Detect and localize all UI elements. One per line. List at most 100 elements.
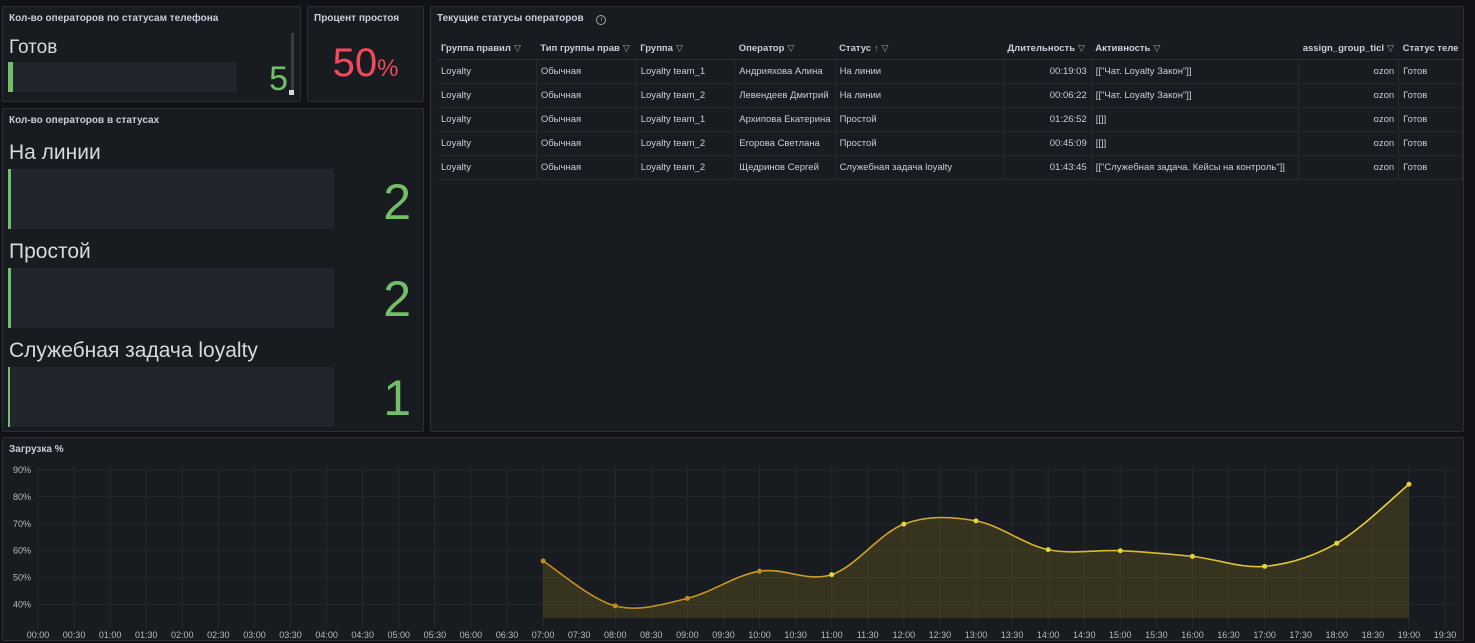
load-chart: 00:00 00:30 01:00 01:30 02:00 02:30 03:00 03:30… xyxy=(13,465,1456,640)
column-header[interactable]: Группа ▽ xyxy=(636,37,735,60)
data-point xyxy=(973,518,979,524)
table-cell: 00:06:22 xyxy=(1003,83,1092,108)
filter-icon[interactable]: ▽ xyxy=(787,43,794,54)
data-point xyxy=(1045,547,1051,553)
scrollbar[interactable] xyxy=(291,33,294,95)
bar-label: Готов xyxy=(9,37,58,58)
x-tick-label: 04:30 xyxy=(351,630,374,640)
table-row[interactable]: Loyalty Обычная Loyalty team_2 Щедринов … xyxy=(437,155,1463,180)
table-row[interactable]: Loyalty Обычная Loyalty team_1 Андрияхов… xyxy=(437,59,1463,84)
x-tick-label: 00:00 xyxy=(27,630,50,640)
column-header[interactable]: Статус теле xyxy=(1398,37,1463,60)
filter-icon[interactable]: ▽ xyxy=(1078,43,1085,54)
sort-asc-icon[interactable]: ↑ xyxy=(874,43,879,53)
x-tick-label: 01:30 xyxy=(135,630,158,640)
column-header[interactable]: assign_group_ticl ▽ xyxy=(1298,37,1399,60)
table-cell: Левендеев Дмитрий xyxy=(734,83,836,108)
column-header[interactable]: Длительность ▽ xyxy=(1003,37,1092,60)
filter-icon[interactable]: ▽ xyxy=(882,43,889,54)
data-point xyxy=(1334,540,1340,546)
info-icon[interactable]: i xyxy=(596,15,607,25)
table-cell: Loyalty xyxy=(437,107,537,132)
table-cell: Loyalty xyxy=(437,83,537,108)
column-header[interactable]: Активность ▽ xyxy=(1091,37,1299,60)
operators-table-panel: Текущие статусы операторов i Группа прав… xyxy=(430,6,1464,432)
y-tick-label: 70% xyxy=(13,519,31,529)
table-cell: Готов xyxy=(1398,155,1463,180)
x-tick-label: 10:00 xyxy=(748,630,771,640)
y-tick-label: 60% xyxy=(13,546,31,556)
table-cell: Готов xyxy=(1398,131,1463,156)
table-cell: Loyalty xyxy=(437,155,537,180)
x-tick-label: 02:30 xyxy=(207,630,230,640)
table-row[interactable]: Loyalty Обычная Loyalty team_2 Егорова С… xyxy=(437,131,1463,156)
x-tick-label: 03:30 xyxy=(279,630,302,640)
x-tick-label: 13:30 xyxy=(1001,630,1024,640)
load-chart-panel: Загрузка % 00:00 00:30 01:00 01:30 02:00 02:3… xyxy=(2,437,1464,641)
panel-title-text: Текущие статусы операторов xyxy=(437,13,584,24)
data-point xyxy=(1189,553,1195,559)
x-tick-label: 14:00 xyxy=(1037,630,1060,640)
filter-icon[interactable]: ▽ xyxy=(514,43,521,54)
bar-fill xyxy=(8,62,13,92)
table-cell: Щедринов Сергей xyxy=(734,155,836,180)
x-tick-label: 15:30 xyxy=(1145,630,1168,640)
data-point xyxy=(540,558,546,564)
table-cell: ozon xyxy=(1298,131,1400,156)
table-cell: 01:26:52 xyxy=(1003,107,1092,132)
panel-title: Текущие статусы операторов i xyxy=(437,13,607,25)
column-header[interactable]: Статус ↑ ▽ xyxy=(835,37,1004,60)
table-cell: Обычная xyxy=(536,131,637,156)
resize-handle[interactable] xyxy=(289,90,294,95)
x-tick-label: 05:30 xyxy=(424,630,447,640)
table-cell: [["Чат. Loyalty Закон"]] xyxy=(1091,83,1300,108)
table-cell: Loyalty team_2 xyxy=(636,131,736,156)
bar-value: 2 xyxy=(383,174,411,230)
x-tick-label: 04:00 xyxy=(315,630,338,640)
bar-fill xyxy=(8,367,10,427)
stat-value: 50% xyxy=(308,43,423,83)
y-tick-label: 40% xyxy=(13,600,31,610)
table-cell: ozon xyxy=(1298,83,1400,108)
x-tick-label: 12:30 xyxy=(929,630,952,640)
column-header[interactable]: Группа правил ▽ xyxy=(437,37,537,60)
x-tick-label: 05:00 xyxy=(388,630,411,640)
table-cell: Loyalty team_1 xyxy=(636,59,736,84)
table-cell: Архипова Екатерина xyxy=(734,107,836,132)
y-tick-label: 50% xyxy=(13,573,31,583)
table-cell: Loyalty xyxy=(437,131,537,156)
table-cell: Готов xyxy=(1398,107,1463,132)
column-header[interactable]: Оператор ▽ xyxy=(734,37,836,60)
x-tick-label: 06:00 xyxy=(460,630,483,640)
table-cell: 01:43:45 xyxy=(1003,155,1092,180)
table-row[interactable]: Loyalty Обычная Loyalty team_2 Левендеев… xyxy=(437,83,1463,108)
x-tick-label: 16:30 xyxy=(1217,630,1240,640)
x-tick-label: 11:30 xyxy=(857,630,879,640)
filter-icon[interactable]: ▽ xyxy=(1387,43,1394,54)
data-point xyxy=(1262,563,1268,569)
y-tick-label: 80% xyxy=(13,492,31,502)
panel-title: Кол-во операторов по статусам телефона xyxy=(9,13,219,24)
x-tick-label: 17:30 xyxy=(1289,630,1312,640)
table-cell: Обычная xyxy=(536,155,637,180)
table-cell: 00:19:03 xyxy=(1003,59,1092,84)
panel-title: Процент простоя xyxy=(314,13,400,24)
filter-icon[interactable]: ▽ xyxy=(676,43,683,54)
column-header[interactable]: Тип группы прав ▽ xyxy=(536,37,637,60)
x-tick-label: 08:30 xyxy=(640,630,663,640)
stat-number: 50 xyxy=(332,41,378,85)
bar-fill xyxy=(8,169,11,229)
filter-icon[interactable]: ▽ xyxy=(1153,43,1160,54)
operators-table: Группа правил ▽ Тип группы прав ▽ Группа ▽ … xyxy=(437,37,1463,180)
bar-gauge xyxy=(8,62,237,92)
data-point xyxy=(612,603,618,609)
x-tick-label: 14:30 xyxy=(1073,630,1096,640)
x-tick-label: 09:30 xyxy=(712,630,735,640)
table-cell: На линии xyxy=(835,59,1004,84)
table-cell: ozon xyxy=(1298,107,1400,132)
bar-label: Простой xyxy=(9,240,91,263)
table-cell: Обычная xyxy=(536,59,637,84)
filter-icon[interactable]: ▽ xyxy=(623,43,630,54)
table-row[interactable]: Loyalty Обычная Loyalty team_1 Архипова … xyxy=(437,107,1463,132)
table-cell: ozon xyxy=(1298,59,1400,84)
